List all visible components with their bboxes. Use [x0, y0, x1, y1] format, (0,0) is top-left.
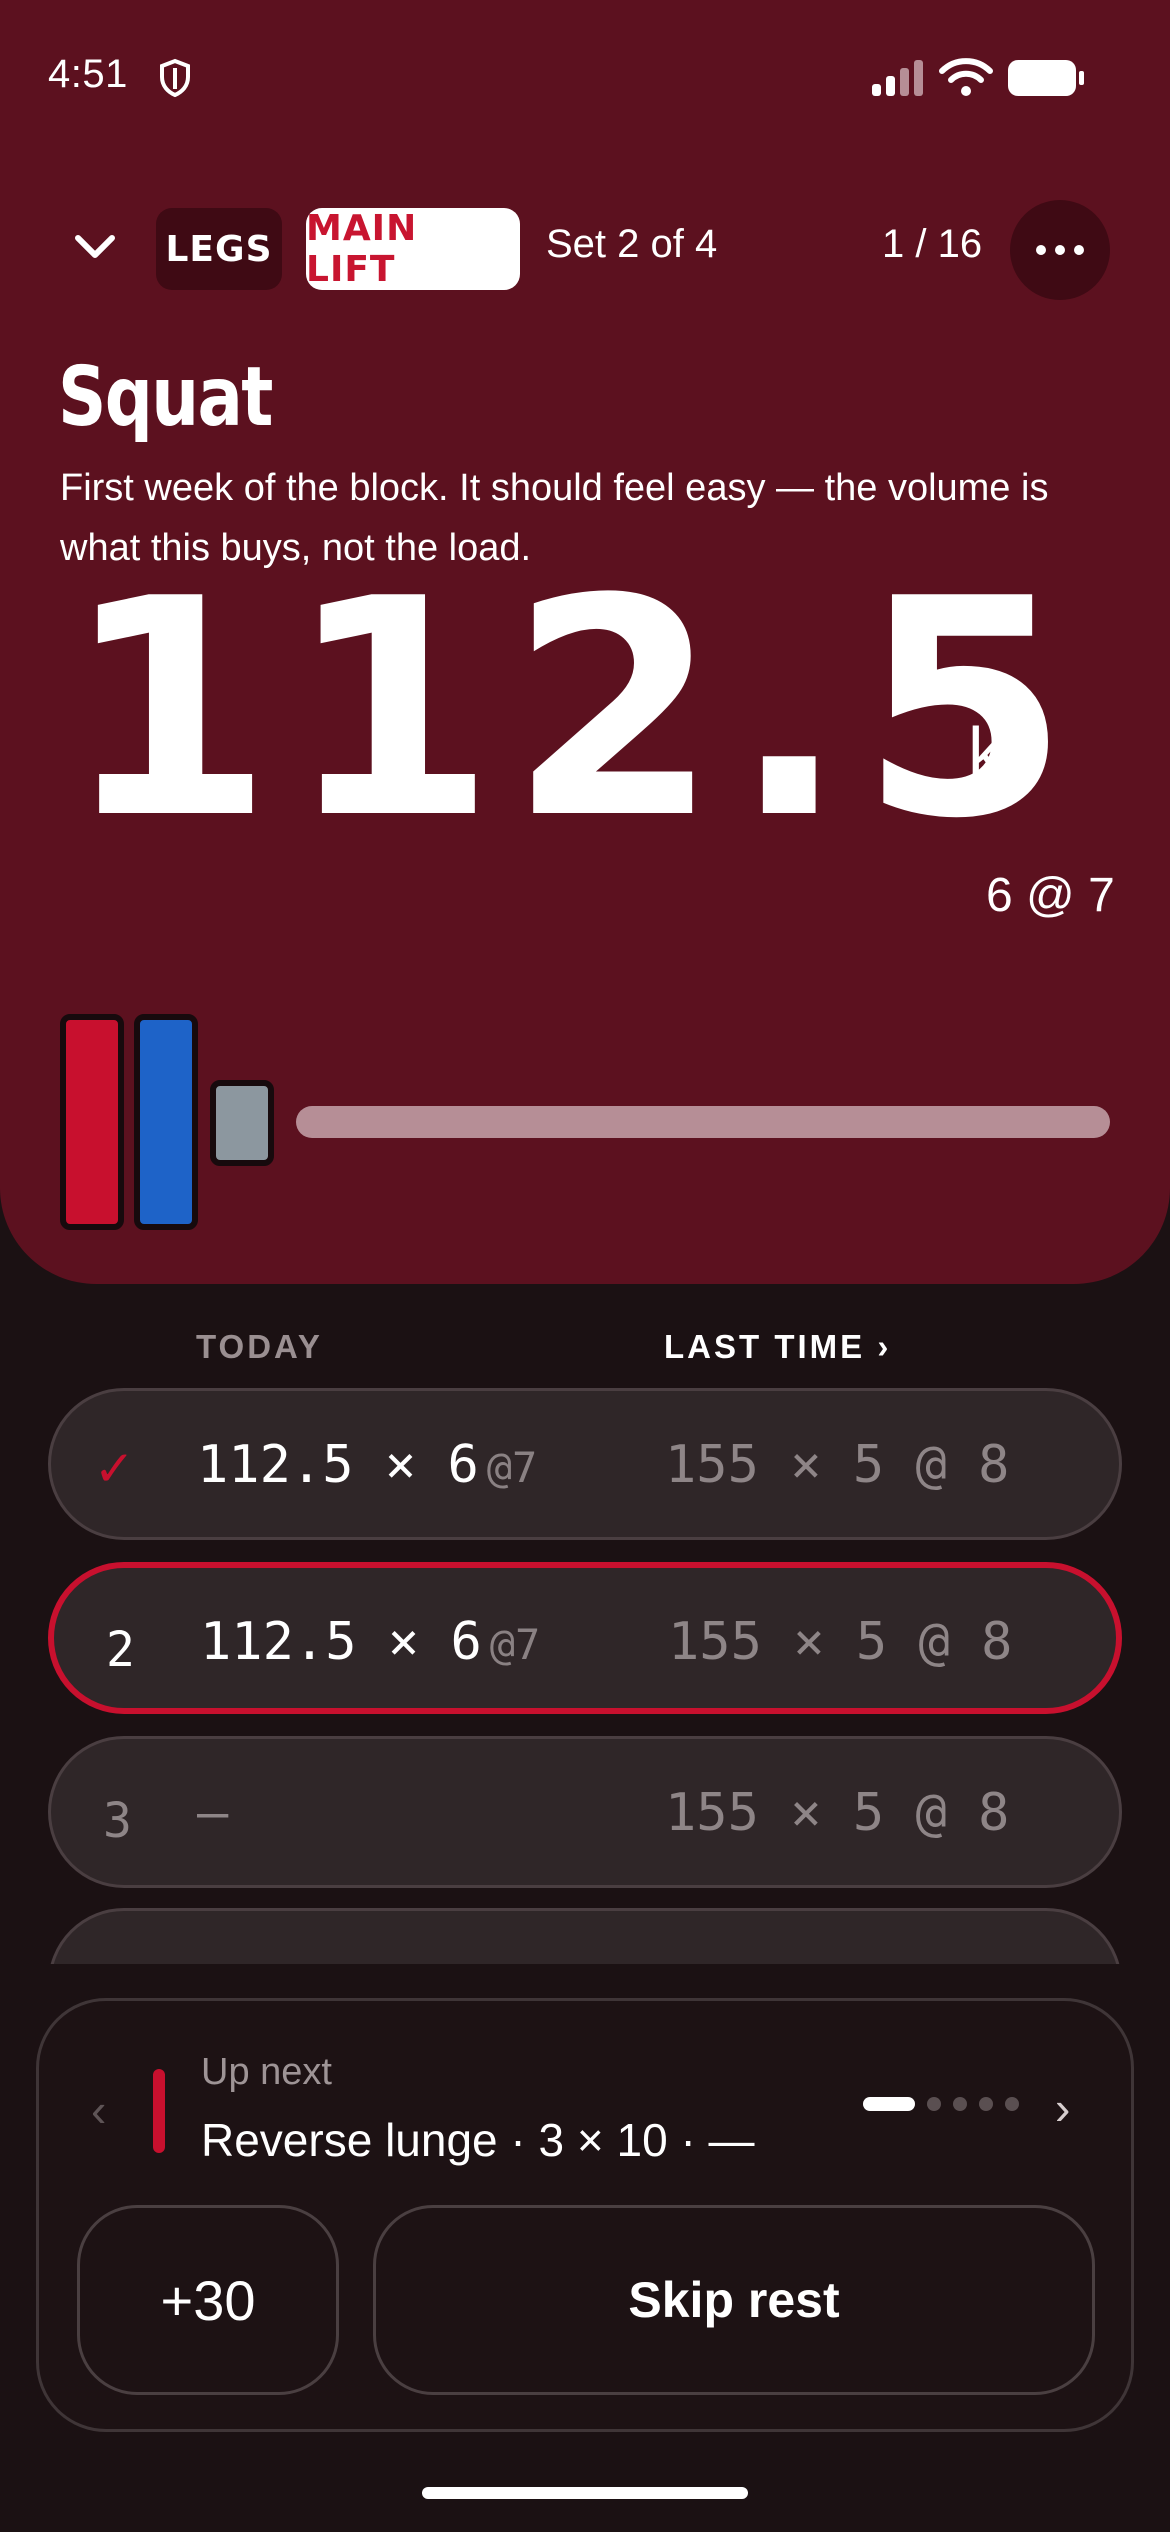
- barbell-bar: [296, 1106, 1110, 1138]
- set-last-value: 155 × 5 @ 8: [665, 1435, 1010, 1495]
- exercise-title: Squat: [58, 350, 273, 445]
- set-row[interactable]: 3 — 155 × 5 @ 8: [48, 1736, 1122, 1888]
- set-row-partial: [48, 1908, 1122, 1964]
- skip-rest-button[interactable]: Skip rest: [373, 2205, 1095, 2395]
- up-next-accent: [153, 2069, 165, 2153]
- plate-blue: [134, 1014, 198, 1230]
- set-last-value: 155 × 5 @ 8: [665, 1783, 1010, 1843]
- more-options-icon[interactable]: [1010, 200, 1110, 300]
- shield-icon: [160, 58, 190, 98]
- wifi-icon: [939, 58, 993, 96]
- chevron-down-icon[interactable]: [60, 220, 130, 276]
- column-header-last-time[interactable]: LAST TIME ›: [664, 1328, 891, 1366]
- target-weight: 112.5: [64, 535, 1083, 884]
- up-next-label: Up next: [201, 2051, 332, 2093]
- weight-unit: kg: [968, 713, 1042, 791]
- status-time: 4:51: [48, 52, 128, 96]
- chevron-left-icon[interactable]: ‹: [91, 2083, 106, 2137]
- rest-panel: ‹ Up next Reverse lunge · 3 × 10 · — › +…: [36, 1998, 1134, 2432]
- up-next-exercise: Reverse lunge · 3 × 10 · —: [201, 2114, 755, 2166]
- set-progress: Set 2 of 4: [546, 222, 718, 266]
- page-dot: [979, 2097, 993, 2111]
- set-row-current[interactable]: 2 112.5 × 6 @7 155 × 5 @ 8: [48, 1562, 1122, 1714]
- set-index: 3: [103, 1793, 132, 1849]
- set-row[interactable]: ✓ 112.5 × 6 @7 155 × 5 @ 8: [48, 1388, 1122, 1540]
- home-indicator[interactable]: [422, 2487, 748, 2499]
- muscle-group-tag: LEGS: [156, 208, 282, 290]
- exercise-counter: 1 / 16: [882, 222, 983, 266]
- add-30-seconds-button[interactable]: +30: [77, 2205, 339, 2395]
- battery-icon: [1008, 60, 1084, 96]
- set-last-value: 155 × 5 @ 8: [668, 1612, 1013, 1672]
- lift-type-tag: MAIN LIFT: [306, 208, 520, 290]
- page-dot: [927, 2097, 941, 2111]
- signal-icon: [872, 60, 923, 96]
- page-dot: [953, 2097, 967, 2111]
- set-today-value: 112.5 × 6 @7: [197, 1435, 538, 1495]
- set-today-value: —: [197, 1783, 229, 1843]
- column-header-today: TODAY: [196, 1328, 323, 1365]
- check-icon: ✓: [97, 1435, 131, 1500]
- plate-red: [60, 1014, 124, 1230]
- chevron-right-icon[interactable]: ›: [1055, 2081, 1070, 2135]
- page-indicator: [863, 2097, 1019, 2111]
- plate-grey: [210, 1080, 274, 1166]
- set-today-value: 112.5 × 6 @7: [200, 1612, 541, 1672]
- target-reps: 6 @ 7: [986, 869, 1115, 922]
- page-dot-active: [863, 2097, 915, 2111]
- page-dot: [1005, 2097, 1019, 2111]
- set-index: 2: [106, 1622, 135, 1678]
